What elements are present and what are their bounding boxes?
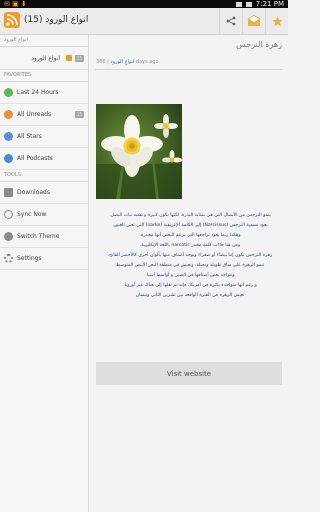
share-button[interactable] [219,8,242,34]
sidebar-item-all-podcasts[interactable]: All Podcasts [0,148,88,170]
download-icon [4,188,13,197]
envelope-open-icon [247,15,261,26]
article-paragraph: تنمو الزهرة على ساق طويلة ونحيلة، وتعيش … [115,263,265,268]
article-paragraph: وتتواجد بعض أصنافها في الصين و أواسط آسي… [145,273,235,278]
sidebar-item-downloads[interactable]: Downloads [0,182,88,204]
wifi-icon [235,1,242,7]
star-icon [271,16,283,26]
sidebar-item-label: Settings [17,255,42,262]
sidebar-item-label: All Stars [17,133,42,140]
sidebar-item-label: Switch Theme [17,233,60,240]
star-button[interactable] [265,8,288,34]
sidebar-item-label: Last 24 Hours [17,89,59,96]
article-paragraph: وهكذا ربما يعود تراجعها التي يزعم البعض … [139,233,241,238]
article-paragraph: و رغم أنها متواجدة بكثرة في أمريكا، فإنه… [123,283,257,288]
article-body: ينمو النرجس من الأبصال التي هي بمثابة ال… [97,211,283,301]
article-paragraph: زهرة النرجس تكون إما بيضاء أو صفراء ويوج… [107,253,273,258]
divider [95,69,283,70]
feed-title: انواع الورود (15) [24,15,89,25]
daffodil-image [96,104,182,199]
unread-count: 15 [74,111,84,118]
sidebar-item-switch-theme[interactable]: Switch Theme [0,226,88,248]
article-pane: زهرة النرجس انواع الورود | 386 days ago [89,35,288,512]
sidebar-item-label: All Podcasts [17,155,53,162]
settings-icon [4,254,13,263]
article-meta: انواع الورود | 386 days ago [96,59,159,65]
theme-icon [4,232,13,241]
article-paragraph: يعود تسمية النرجس (Narcissus) إلى الكلمة… [112,223,268,228]
rss-app-icon[interactable] [4,12,20,28]
sidebar-item-label: Downloads [17,189,50,196]
sidebar-item-label: All Unreads [17,111,52,118]
sync-icon [4,210,13,219]
tools-header: TOOLS [0,170,88,182]
feed-item[interactable]: انواع الورود 15 [0,47,88,70]
article-paragraph: ومن هنا جاءت كلمة مخدر narcotic باللغة ا… [139,243,241,248]
favorites-header: FAVORITES [0,70,88,82]
notification-icons: ✉ ▣ ⬇ [4,0,27,8]
feed-label: انواع الورود [31,54,60,62]
unread-count: 15 [74,55,84,62]
clock-icon [4,88,13,97]
rss-icon [66,55,72,61]
feeds-header: انواع الورود [0,35,88,47]
visit-website-button[interactable]: Visit website [96,362,282,385]
battery-icon [245,1,252,7]
sidebar-item-label: Sync Now [17,211,47,218]
status-right: 7:21 PM [235,0,284,8]
status-bar: ✉ ▣ ⬇ 7:21 PM [0,0,288,8]
article-paragraph: تعيش الزهرة في الفترة الواقعة بين تشرين … [135,293,245,298]
sidebar-item-all-stars[interactable]: All Stars [0,126,88,148]
article-title: زهرة النرجس [236,40,282,49]
sidebar: انواع الورود انواع الورود 15 FAVORITES L… [0,35,89,512]
article-feed-link[interactable]: انواع الورود [110,59,134,65]
action-bar: انواع الورود (15) [0,8,288,35]
unread-icon [4,110,13,119]
star-icon [4,132,13,141]
sidebar-item-settings[interactable]: Settings [0,248,88,270]
article-paragraph: ينمو النرجس من الأبصال التي هي بمثابة ال… [109,213,271,218]
podcast-icon [4,154,13,163]
sidebar-item-sync-now[interactable]: Sync Now [0,204,88,226]
clock-time: 7:21 PM [255,0,284,8]
sidebar-item-all-unreads[interactable]: All Unreads 15 [0,104,88,126]
sidebar-item-last-24-hours[interactable]: Last 24 Hours [0,82,88,104]
action-buttons [219,8,288,34]
mark-read-button[interactable] [242,8,265,34]
share-icon [226,16,236,26]
